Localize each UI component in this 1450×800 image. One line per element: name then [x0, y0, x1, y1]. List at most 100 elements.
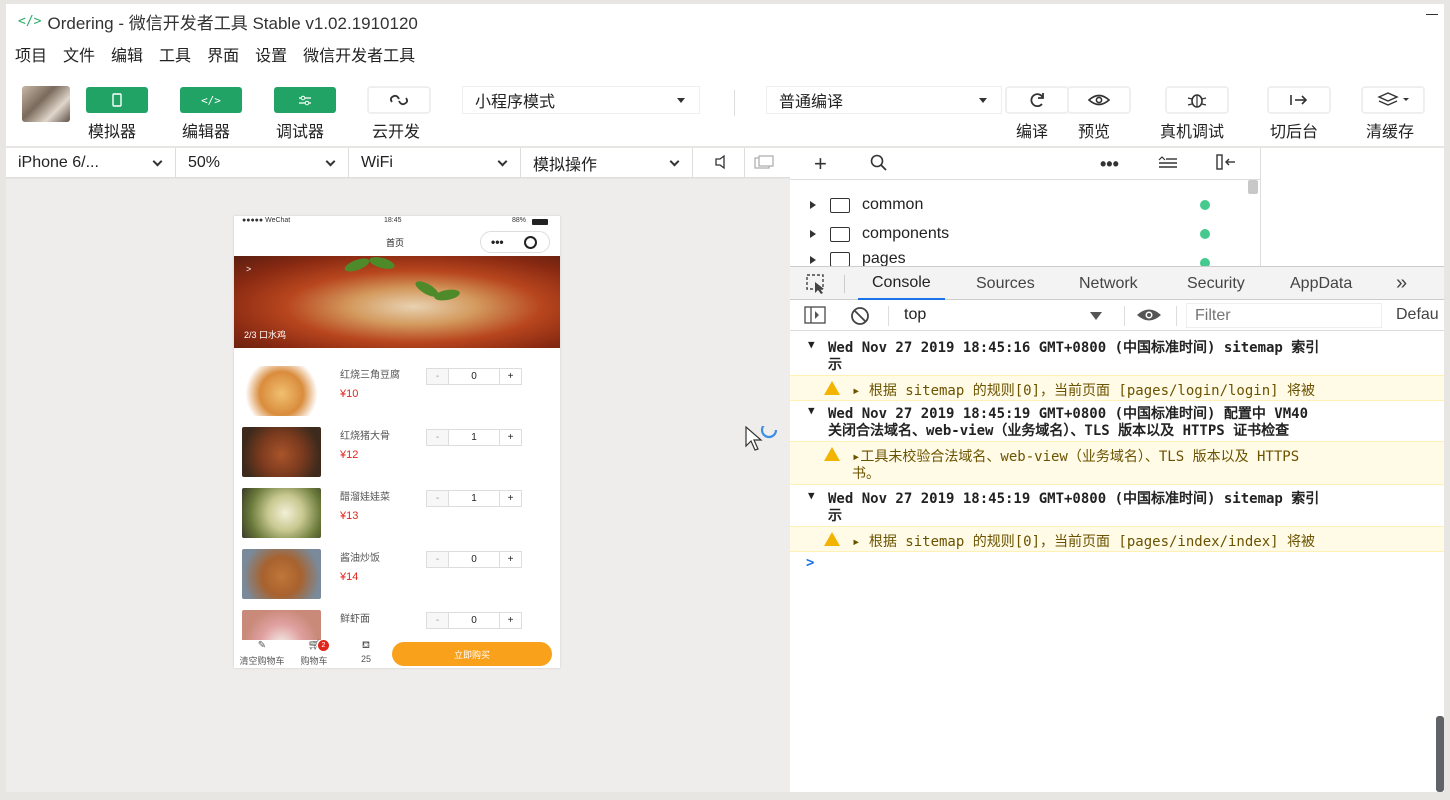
carrier-text: ●●●●● WeChat: [242, 217, 291, 224]
preview-label: 预览: [1078, 124, 1111, 141]
more-icon[interactable]: •••: [1100, 154, 1119, 175]
tab-console[interactable]: Console: [858, 267, 945, 300]
cloud-dev-button[interactable]: [368, 87, 430, 113]
warning-icon: [824, 381, 840, 395]
tab-security[interactable]: Security: [1187, 267, 1245, 300]
file-tree-item[interactable]: pages: [810, 250, 1240, 266]
add-icon[interactable]: +: [814, 151, 827, 177]
clear-console-icon[interactable]: [850, 306, 870, 330]
decrease-button[interactable]: -: [427, 552, 449, 567]
menu-item-tools[interactable]: 工具: [159, 42, 191, 66]
banner-prev-icon[interactable]: >: [246, 264, 251, 274]
expand-triangle-icon[interactable]: ▼: [808, 404, 815, 417]
file-tree-item[interactable]: components: [810, 221, 1240, 247]
background-button[interactable]: [1268, 87, 1330, 113]
battery-text: 88%: [512, 217, 527, 224]
menu-item-interface[interactable]: 界面: [207, 42, 239, 66]
remote-debug-button[interactable]: [1166, 87, 1228, 113]
capsule-menu[interactable]: •••: [480, 231, 550, 253]
clear-cache-button[interactable]: [1362, 87, 1424, 113]
menu-item-settings[interactable]: 设置: [255, 42, 287, 66]
menu-item-edit[interactable]: 编辑: [111, 42, 143, 66]
tab-appdata[interactable]: AppData: [1290, 267, 1352, 300]
close-mini-icon[interactable]: [524, 236, 537, 249]
network-select[interactable]: WiFi: [349, 148, 521, 178]
devbar-divider: [744, 148, 745, 178]
console-prompt[interactable]: >: [790, 555, 1444, 577]
cart-badge: 2: [318, 640, 329, 651]
minimize-button[interactable]: [1426, 14, 1438, 15]
expand-triangle-icon[interactable]: ▼: [808, 338, 815, 351]
expand-arrow-icon[interactable]: [810, 230, 816, 238]
zoom-select[interactable]: 50%: [176, 148, 349, 178]
live-expression-eye-icon[interactable]: [1136, 307, 1162, 327]
expand-arrow-icon[interactable]: [810, 256, 816, 264]
inspect-element-icon[interactable]: [806, 274, 828, 299]
mode-select[interactable]: 小程序模式: [462, 86, 700, 114]
folder-icon: [830, 252, 850, 266]
expand-triangle-icon[interactable]: ▼: [808, 489, 815, 502]
console-warning-entry[interactable]: ▸ 根据 sitemap 的规则[0]，当前页面 [pages/index/in…: [790, 526, 1444, 552]
device-value: iPhone 6/...: [18, 154, 99, 171]
console-warning-entry[interactable]: ▸ 根据 sitemap 的规则[0]，当前页面 [pages/login/lo…: [790, 375, 1444, 401]
debugger-toggle-button[interactable]: [274, 87, 336, 113]
compile-label: 编译: [1016, 124, 1049, 141]
more-tabs-button[interactable]: »: [1396, 267, 1407, 300]
clear-cart-tab[interactable]: ✎ 清空购物车: [234, 640, 290, 667]
preview-button[interactable]: [1068, 87, 1130, 113]
compile-mode-select[interactable]: 普通编译: [766, 86, 1002, 114]
console-log-entry[interactable]: ▼ Wed Nov 27 2019 18:45:19 GMT+0800 (中国标…: [790, 488, 1444, 524]
folder-icon: [830, 197, 850, 213]
tab-network[interactable]: Network: [1079, 267, 1138, 300]
console-warning-entry[interactable]: ▸工具未校验合法域名、web-view（业务域名）、TLS 版本以及 HTTPS…: [790, 441, 1444, 485]
more-dots-icon[interactable]: •••: [491, 235, 504, 249]
avatar[interactable]: [22, 86, 70, 122]
cart-icon: 🛒︎: [307, 640, 321, 651]
simulator-toggle-button[interactable]: [86, 87, 148, 113]
operation-select[interactable]: 模拟操作: [521, 148, 693, 178]
file-tree-item[interactable]: common: [810, 192, 1240, 218]
file-tree: common components pages: [790, 180, 1260, 266]
banner-leaf: [343, 255, 371, 275]
clear-cache-label: 清缓存: [1366, 124, 1415, 141]
increase-button[interactable]: +: [499, 430, 521, 445]
menu-item-project[interactable]: 项目: [15, 42, 47, 66]
editor-toggle-button[interactable]: </>: [180, 87, 242, 113]
total-display: ⛾ 25: [338, 640, 394, 664]
sidebar-toggle-icon[interactable]: [804, 306, 826, 328]
decrease-button[interactable]: -: [427, 430, 449, 445]
expand-arrow-icon[interactable]: [810, 201, 816, 209]
search-icon[interactable]: [870, 154, 888, 177]
phone-simulator[interactable]: ●●●●● WeChat 18:45 88% 首页 ••• 2/3 口水鸡 > …: [234, 216, 560, 668]
cloud-link-icon: [389, 94, 409, 106]
console-filter-input[interactable]: [1186, 303, 1382, 328]
console-log-entry[interactable]: ▼ Wed Nov 27 2019 18:45:19 GMT+0800 (中国标…: [790, 403, 1444, 439]
increase-button[interactable]: +: [499, 552, 521, 567]
cart-tab[interactable]: 🛒︎ 2 购物车: [286, 640, 342, 667]
scrollbar-thumb[interactable]: [1436, 716, 1444, 792]
context-select[interactable]: top: [896, 303, 1114, 327]
console-log-entry[interactable]: ▼ Wed Nov 27 2019 18:45:16 GMT+0800 (中国标…: [790, 337, 1444, 373]
detach-window-icon[interactable]: [754, 155, 774, 176]
menu-item-wechat-devtools[interactable]: 微信开发者工具: [303, 42, 415, 66]
banner-swiper[interactable]: 2/3 口水鸡 >: [234, 254, 560, 348]
tab-sources[interactable]: Sources: [976, 267, 1035, 300]
log-level-select[interactable]: Defau: [1396, 306, 1439, 324]
device-select[interactable]: iPhone 6/...: [6, 148, 176, 178]
layers-dropdown-icon: [1377, 92, 1409, 106]
increase-button[interactable]: +: [499, 369, 521, 384]
dock-left-icon[interactable]: [1216, 154, 1236, 175]
compile-button[interactable]: [1006, 87, 1068, 113]
volume-icon[interactable]: [714, 154, 728, 175]
decrease-button[interactable]: -: [427, 369, 449, 384]
file-tree-scrollbar[interactable]: [1248, 180, 1258, 194]
log-text: ▸ 根据 sitemap 的规则[0]，当前页面 [pages/index/in…: [852, 534, 1316, 550]
increase-button[interactable]: +: [499, 491, 521, 506]
menu-item-file[interactable]: 文件: [63, 42, 95, 66]
quantity-stepper: - 0 +: [426, 612, 522, 629]
collapse-list-icon[interactable]: [1158, 154, 1178, 175]
increase-button[interactable]: +: [499, 613, 521, 628]
decrease-button[interactable]: -: [427, 491, 449, 506]
decrease-button[interactable]: -: [427, 613, 449, 628]
buy-now-button[interactable]: 立即购买: [392, 642, 552, 666]
